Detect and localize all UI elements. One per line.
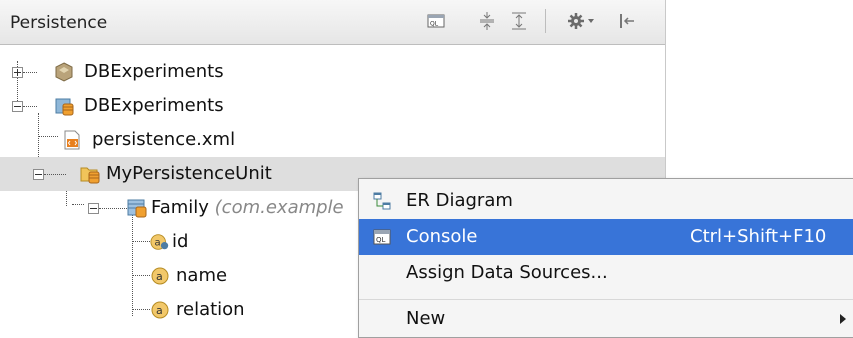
menu-item-shortcut: Ctrl+Shift+F10 [690, 226, 827, 247]
context-menu: ER Diagram QL Console Ctrl+Shift+F10 Ass… [358, 178, 853, 338]
submenu-arrow-icon [840, 314, 846, 324]
module-db-icon [55, 98, 74, 116]
panel-title: Persistence [10, 13, 108, 33]
menu-item-label: New [406, 308, 446, 329]
svg-text:a: a [155, 238, 161, 249]
id-attribute-icon: a [150, 234, 169, 250]
tree-node-hint: (com.example [214, 197, 344, 218]
tree-node-label: MyPersistenceUnit [106, 163, 272, 184]
tree-node-label: id [172, 231, 189, 252]
tree-node-label: DBExperiments [84, 95, 224, 116]
menu-item-er-diagram[interactable]: ER Diagram [359, 183, 853, 219]
menu-item-assign-data-sources[interactable]: Assign Data Sources... [359, 255, 853, 291]
menu-item-label: Console [406, 226, 478, 247]
collapse-toggle[interactable] [33, 169, 44, 180]
expand-all-icon[interactable] [474, 8, 500, 34]
svg-text:QL: QL [430, 21, 439, 28]
menu-separator [359, 299, 853, 300]
xml-file-icon [64, 130, 80, 150]
collapse-toggle[interactable] [88, 203, 99, 214]
tree-node-label: relation [176, 299, 245, 320]
menu-item-label: ER Diagram [406, 190, 513, 211]
tree-node-persistence-xml[interactable]: persistence.xml [0, 123, 665, 157]
er-diagram-icon [373, 192, 391, 210]
tree-node-label: Family (com.example [151, 197, 344, 218]
svg-text:a: a [156, 304, 163, 317]
ql-console-icon: QL [373, 229, 391, 245]
collapse-toggle[interactable] [12, 101, 23, 112]
tree-node-label: DBExperiments [84, 61, 224, 82]
attribute-icon: a [151, 301, 169, 319]
attribute-icon: a [151, 267, 169, 285]
svg-text:QL: QL [376, 236, 386, 244]
expand-toggle[interactable] [12, 67, 23, 78]
tree-node-label: persistence.xml [92, 129, 236, 150]
toolbar-separator [545, 9, 546, 33]
panel-header: Persistence QL [0, 0, 665, 45]
entity-icon [127, 199, 147, 218]
menu-item-new[interactable]: New [359, 301, 853, 337]
collapse-all-icon[interactable] [506, 8, 532, 34]
menu-item-label: Assign Data Sources... [406, 262, 608, 283]
tree-node-label: name [176, 265, 228, 286]
tree-node-module-expanded[interactable]: DBExperiments [0, 89, 665, 123]
persistence-unit-icon [80, 167, 100, 184]
svg-text:a: a [156, 270, 163, 283]
ql-console-icon[interactable]: QL [423, 8, 449, 34]
gear-icon[interactable] [563, 8, 599, 34]
menu-item-console[interactable]: QL Console Ctrl+Shift+F10 [359, 219, 853, 255]
project-icon [55, 62, 73, 82]
hide-panel-icon[interactable] [614, 8, 640, 34]
tree-node-project-collapsed[interactable]: DBExperiments [0, 55, 665, 89]
